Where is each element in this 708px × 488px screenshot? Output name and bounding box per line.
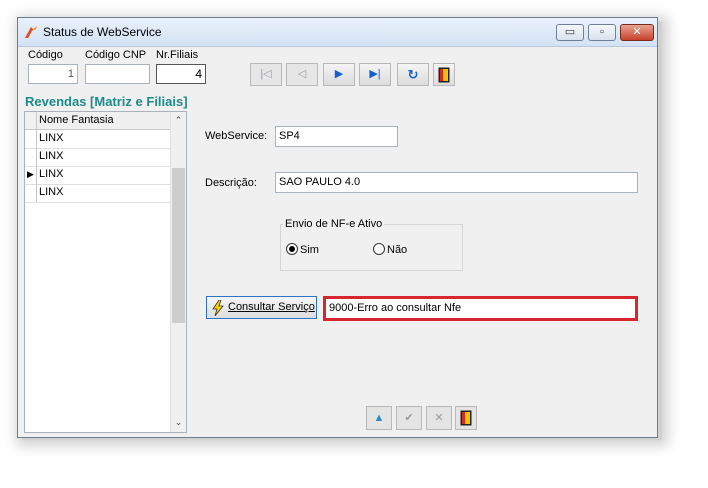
current-row-indicator-icon: ▶ (25, 166, 37, 184)
close-button[interactable]: ✕ (620, 24, 654, 41)
lightning-icon (212, 300, 224, 316)
scroll-thumb[interactable] (172, 168, 185, 323)
cell-nome-fantasia: LINX (39, 186, 64, 198)
confirm-button[interactable]: ✔ (396, 406, 422, 430)
exit-door-icon (438, 67, 450, 83)
nav-prior-button[interactable]: ◁ (286, 63, 318, 86)
minimize-button[interactable]: ▭ (556, 24, 584, 41)
window-title: Status de WebService (43, 25, 162, 39)
cell-nome-fantasia: LINX (39, 168, 64, 180)
table-row[interactable]: LINX (25, 184, 173, 203)
cancel-button[interactable]: ✕ (426, 406, 452, 430)
nav-first-button[interactable]: |◁ (250, 63, 282, 86)
app-logo-icon (25, 26, 37, 38)
codigo-field[interactable]: 1 (28, 64, 78, 84)
nr-filiais-field[interactable]: 4 (156, 64, 206, 84)
maximize-button[interactable]: ▫ (588, 24, 616, 41)
webservice-label: WebService: (205, 130, 268, 142)
revendas-title: Revendas [Matriz e Filiais] (25, 94, 188, 109)
table-row[interactable]: LINX (25, 148, 173, 167)
refresh-button[interactable]: ↻ (397, 63, 429, 86)
exit-button[interactable] (455, 406, 477, 430)
up-button[interactable]: ▲ (366, 406, 392, 430)
grid-header: Nome Fantasia (25, 112, 173, 130)
codigo-cnp-field[interactable] (85, 64, 150, 84)
nao-radio[interactable] (373, 243, 385, 255)
codigo-label: Código (28, 49, 63, 61)
table-row[interactable]: LINX (25, 130, 173, 149)
nav-next-button[interactable]: ▶ (323, 63, 355, 86)
nr-filiais-label: Nr.Filiais (156, 49, 199, 61)
title-bar[interactable]: Status de WebService ▭ ▫ ✕ (18, 18, 657, 47)
scroll-down-icon[interactable]: ⌄ (171, 417, 186, 428)
row-indicator (25, 130, 37, 148)
webservice-field[interactable]: SP4 (275, 126, 398, 147)
cell-nome-fantasia: LINX (39, 132, 64, 144)
exit-door-icon (460, 410, 472, 426)
nao-label[interactable]: Não (387, 244, 407, 256)
descricao-field[interactable]: SAO PAULO 4.0 (275, 172, 638, 193)
grid-vertical-scrollbar[interactable]: ⌃ ⌄ (170, 112, 186, 432)
revendas-grid[interactable]: Nome Fantasia LINX LINX ▶ LINX LINX ⌃ ⌄ (24, 111, 187, 433)
descricao-label: Descrição: (205, 177, 257, 189)
table-row[interactable]: ▶ LINX (25, 166, 173, 185)
sim-radio[interactable] (286, 243, 298, 255)
envio-nfe-group-label: Envio de NF-e Ativo (283, 218, 385, 230)
row-indicator (25, 184, 37, 202)
sim-label[interactable]: Sim (300, 244, 319, 256)
cell-nome-fantasia: LINX (39, 150, 64, 162)
result-field[interactable]: 9000-Erro ao consultar Nfe (323, 296, 638, 321)
codigo-cnp-label: Código CNP (85, 49, 147, 61)
consultar-servico-label: Consultar Serviço (228, 301, 315, 313)
column-nome-fantasia[interactable]: Nome Fantasia (39, 114, 114, 126)
header-indicator (25, 112, 37, 129)
exit-door-button[interactable] (433, 63, 455, 86)
nav-last-button[interactable]: ▶| (359, 63, 391, 86)
consultar-servico-button[interactable]: Consultar Serviço (206, 296, 317, 319)
status-webservice-window: Status de WebService ▭ ▫ ✕ Código 1 Códi… (17, 17, 658, 438)
scroll-up-icon[interactable]: ⌃ (171, 115, 186, 126)
row-indicator (25, 148, 37, 166)
